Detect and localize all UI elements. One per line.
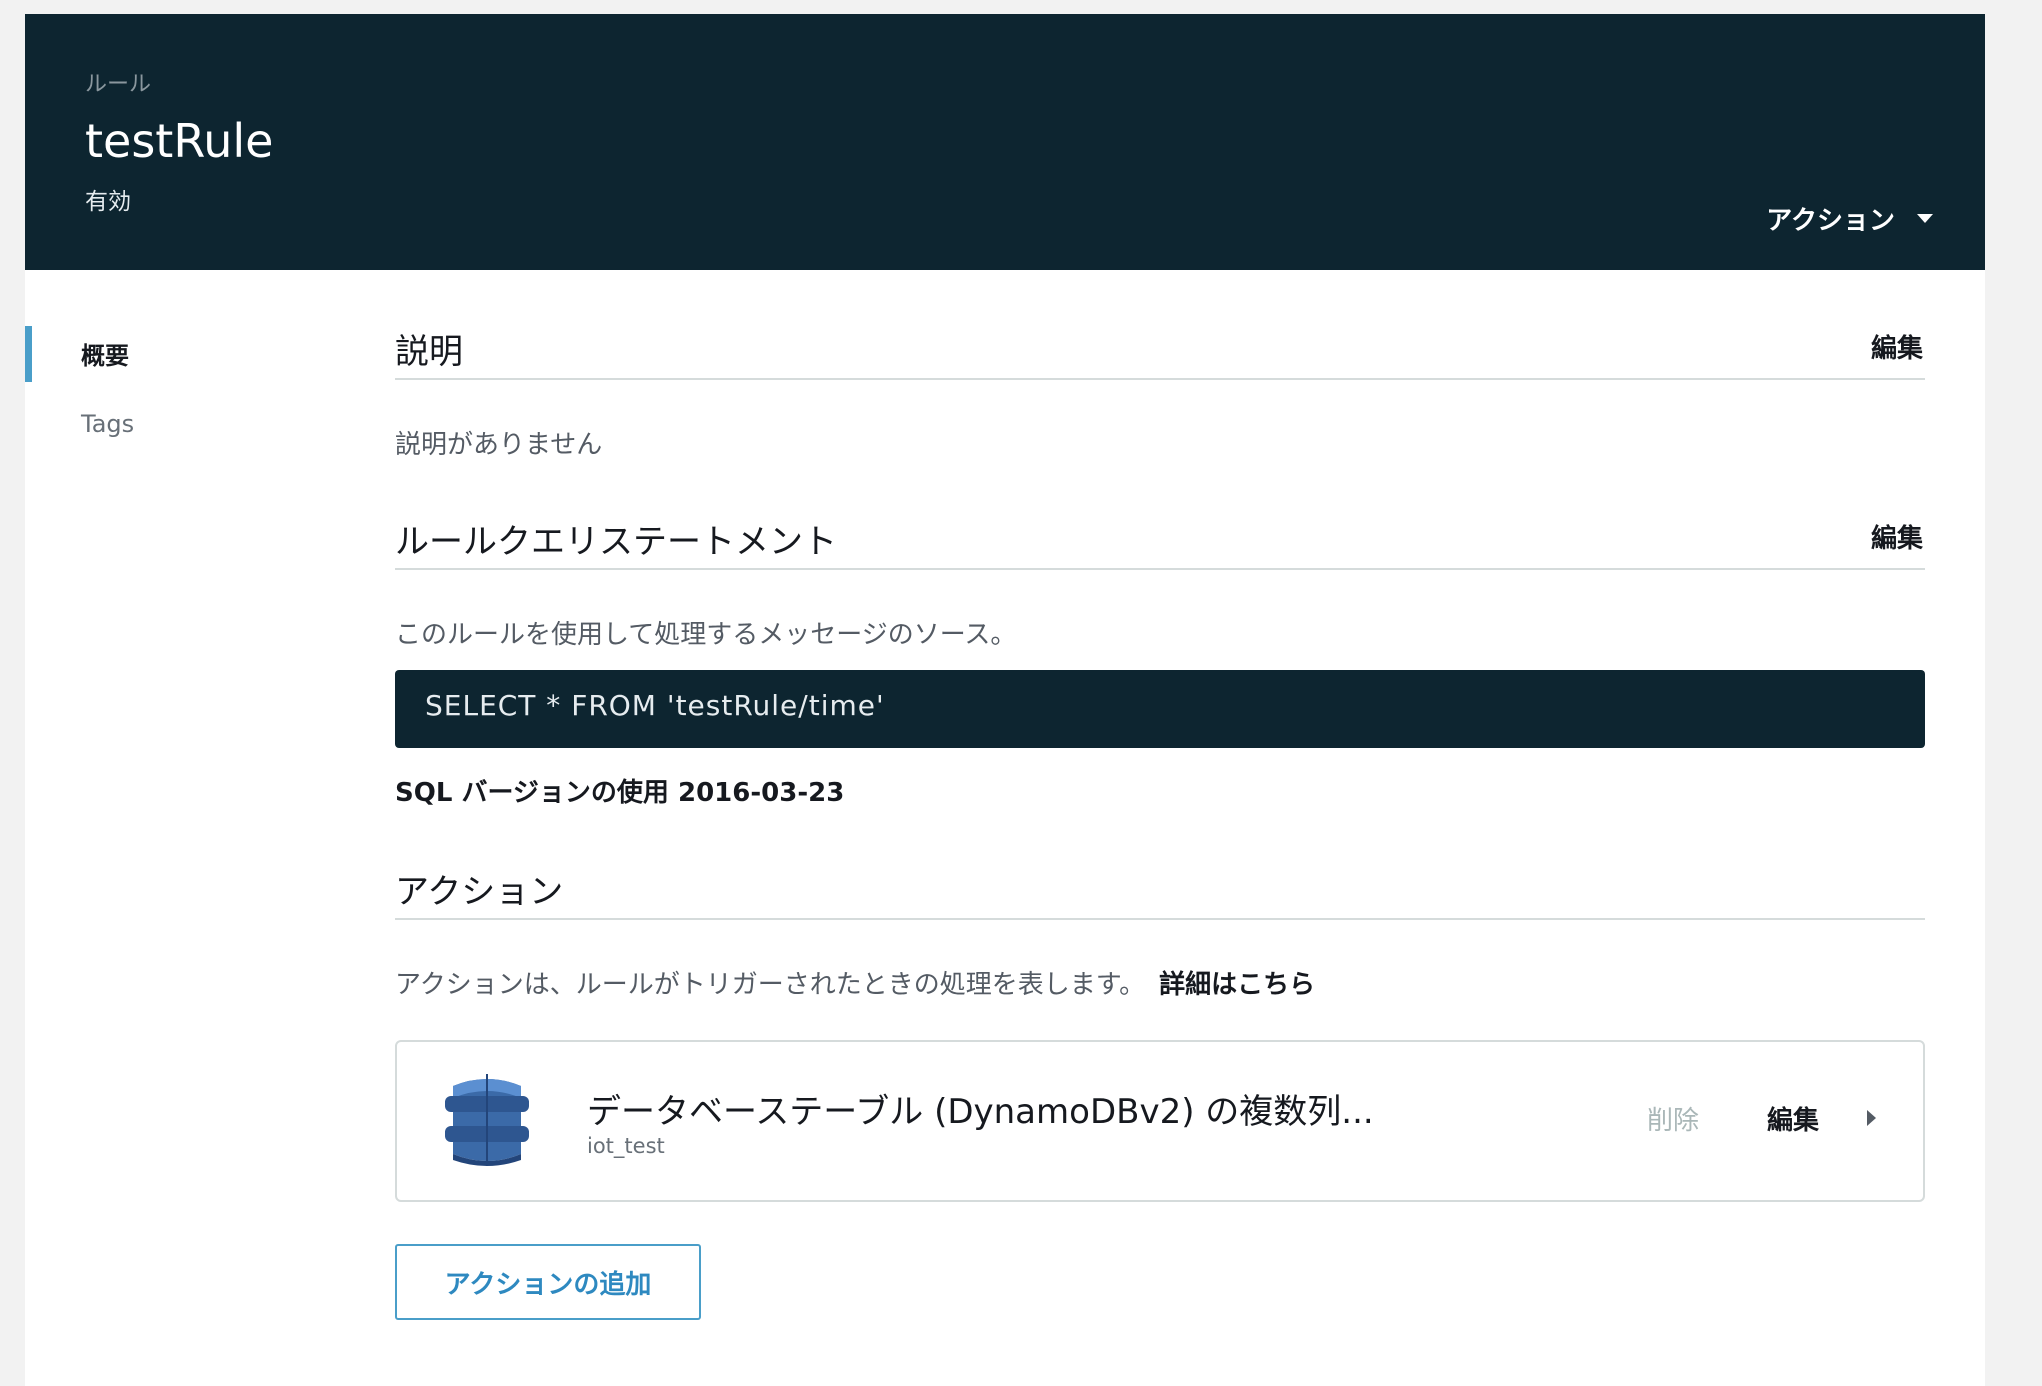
chevron-right-icon[interactable] [1867,1110,1876,1126]
dynamodb-icon [445,1074,529,1166]
action-item-title: データベーステーブル (DynamoDBv2) の複数列... [587,1092,1374,1132]
sidebar-item-overview[interactable]: 概要 [81,336,129,371]
add-action-button[interactable]: アクションの追加 [395,1244,701,1320]
page-title: testRule [85,114,274,168]
breadcrumb[interactable]: ルール [85,66,151,98]
action-edit-button[interactable]: 編集 [1767,1100,1819,1137]
description-edit-link[interactable]: 編集 [1871,328,1923,365]
action-delete-button[interactable]: 削除 [1647,1100,1699,1137]
actions-section-header: アクション [395,856,1925,920]
description-title: 説明 [395,332,463,372]
status-label: 有効 [85,189,131,215]
actions-dropdown[interactable]: アクション [1766,200,1933,237]
caret-down-icon [1917,214,1933,223]
actions-title: アクション [395,872,564,912]
sidebar-item-tags[interactable]: Tags [81,410,134,438]
sql-statement: SELECT * FROM 'testRule/time' [425,689,885,722]
description-section-header: 説明 編集 [395,316,1925,380]
actions-description-line: アクションは、ルールがトリガーされたときの処理を表します。 詳細はこちら [395,964,1315,1001]
sql-statement-box: SELECT * FROM 'testRule/time' [395,670,1925,748]
actions-dropdown-label: アクション [1766,206,1895,236]
description-text: 説明がありません [395,430,603,460]
rule-detail-page: ルール testRule 有効 アクション 概要 Tags 説明 編集 説明があ… [25,14,1985,1386]
learn-more-link[interactable]: 詳細はこちら [1159,970,1315,1000]
page-header: ルール testRule 有効 アクション [25,14,1985,270]
actions-description: アクションは、ルールがトリガーされたときの処理を表します。 [395,970,1146,1000]
sql-version: SQL バージョンの使用 2016-03-23 [395,778,845,808]
sidebar-active-indicator [25,326,32,382]
action-item[interactable]: データベーステーブル (DynamoDBv2) の複数列... iot_test… [395,1040,1925,1202]
query-section-header: ルールクエリステートメント 編集 [395,506,1925,570]
query-subtitle: このルールを使用して処理するメッセージのソース。 [395,620,1017,650]
query-title: ルールクエリステートメント [395,522,837,562]
query-edit-link[interactable]: 編集 [1871,518,1923,555]
action-item-subtitle: iot_test [587,1134,665,1158]
